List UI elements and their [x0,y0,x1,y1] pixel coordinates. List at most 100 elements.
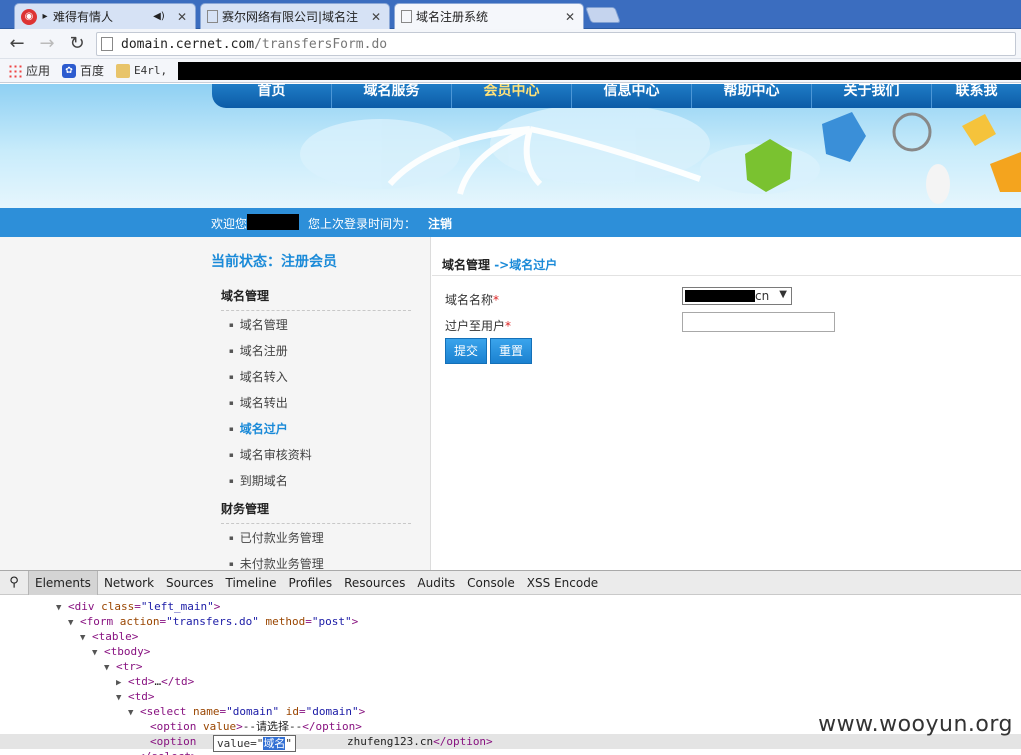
bookmark-apps[interactable]: 应用 [8,62,50,79]
back-arrow-icon[interactable]: ← [4,31,30,57]
tooltip-suffix: " [285,737,292,750]
nav-domain-service[interactable]: 域名服务 [332,84,452,108]
document-icon [401,10,412,23]
devtools-tab-network[interactable]: Network [98,571,160,595]
welcome-bar: 欢迎您 您上次登录时间为： 注销 [0,208,1021,237]
tooltip-prefix: value=" [217,737,264,750]
dom-node[interactable]: ▼ <select name="domain" id="domain"> [128,704,365,719]
forward-arrow-icon[interactable]: → [34,31,60,57]
nav-help-center[interactable]: 帮助中心 [692,84,812,108]
sidebar: 当前状态：注册会员 域名管理 域名管理 域名注册 域名转入 域名转出 域名过户 … [0,237,431,570]
sidebar-item-domain-ownership[interactable]: 域名过户 [229,420,288,437]
bookmark-folder[interactable]: E4rl, [116,63,168,78]
submit-button[interactable]: 提交 [445,338,487,364]
divider [221,523,411,524]
tab-3-label: 域名注册系统 [416,10,489,24]
nav-contact[interactable]: 联系我 [932,84,1021,108]
dom-node[interactable]: </select> [138,749,198,755]
sidebar-item-domain-audit[interactable]: 域名审核资料 [229,446,312,463]
nav-about[interactable]: 关于我们 [812,84,932,108]
devtools-tab-sources[interactable]: Sources [160,571,219,595]
page-icon [101,37,113,51]
sidebar-section-finance: 财务管理 [221,502,270,516]
dom-node[interactable]: ▶ <td>…</td> [116,674,194,689]
tab-3[interactable]: 域名注册系统 ✕ [394,3,584,29]
required-mark: * [505,319,512,333]
main-content: 域名管理 ->域名过户 域名名称* cn ▼ 过户至用户* 提交 重置 [432,237,1021,570]
divider [221,310,411,311]
web-page: 首页 域名服务 会员中心 信息中心 帮助中心 关于我们 联系我 欢迎您 您上次登… [0,84,1021,570]
close-icon[interactable]: ✕ [371,10,381,24]
welcome-text: 欢迎您 [211,217,248,231]
tab-strip: ◉ ▸ 难得有情人 ◀) ✕ 赛尔网络有限公司|域名注 ✕ 域名注册系统 ✕ [0,0,1021,29]
attribute-edit-tooltip[interactable]: value="域名" [213,735,296,752]
last-login-text: 您上次登录时间为： [308,217,417,231]
baidu-paw-icon: ✿ [62,63,77,78]
sidebar-item-domain-register[interactable]: 域名注册 [229,342,288,359]
reset-button[interactable]: 重置 [490,338,532,364]
dom-node[interactable]: ▼ <td> [116,689,155,704]
site-nav: 首页 域名服务 会员中心 信息中心 帮助中心 关于我们 联系我 [212,84,1021,108]
divider [432,275,1021,276]
reload-icon[interactable]: ↻ [64,31,90,57]
tooltip-selection: 域名 [263,737,286,750]
sidebar-item-domain-transfer-in[interactable]: 域名转入 [229,368,288,385]
to-user-label-text: 过户至用户 [445,319,506,333]
option-domain-text: zhufeng123.cn [346,735,434,748]
breadcrumb: 域名管理 ->域名过户 [442,256,557,273]
to-user-input[interactable] [682,312,835,332]
close-icon[interactable]: ✕ [177,10,187,24]
domain-select[interactable]: cn ▼ [682,287,792,305]
bookmark-label: E4rl, [134,64,168,77]
dom-node[interactable]: ▼ <div class="left_main"> [56,599,220,614]
devtools-tab-profiles[interactable]: Profiles [283,571,339,595]
tab-2[interactable]: 赛尔网络有限公司|域名注 ✕ [200,3,390,29]
magnifier-icon[interactable]: ⚲ [0,575,28,590]
dom-node[interactable]: <option value>--请选择--</option> [150,719,362,734]
devtools-tab-audits[interactable]: Audits [411,571,461,595]
sidebar-item-expired[interactable]: 到期域名 [229,472,288,489]
sidebar-item-paid[interactable]: 已付款业务管理 [229,529,324,546]
devtools-tab-elements[interactable]: Elements [28,570,98,595]
watermark: www.wooyun.org [818,712,1013,737]
domain-select-value: cn [755,289,770,303]
dom-node[interactable]: ▼ <tr> [104,659,143,674]
nav-member-center[interactable]: 会员中心 [452,84,572,108]
sidebar-item-unpaid[interactable]: 未付款业务管理 [229,555,324,570]
url-host: domain.cernet.com [121,36,255,52]
breadcrumb-arrow: -> [490,258,510,272]
bookmark-label: 应用 [26,64,51,78]
close-icon[interactable]: ✕ [565,10,575,24]
browser-toolbar: ← → ↻ domain.cernet.com/transfersForm.do [0,29,1021,59]
speaker-icon[interactable]: ◀) [151,9,167,25]
devtools-tab-resources[interactable]: Resources [338,571,411,595]
tab-1[interactable]: ◉ ▸ 难得有情人 ◀) ✕ [14,3,196,29]
devtools-tab-xss-encode[interactable]: XSS Encode [521,571,604,595]
nav-info-center[interactable]: 信息中心 [572,84,692,108]
devtools-tab-console[interactable]: Console [461,571,521,595]
logout-link[interactable]: 注销 [428,215,452,232]
dom-node[interactable]: ▼ <tbody> [92,644,150,659]
bookmark-baidu[interactable]: ✿ 百度 [62,62,104,79]
address-bar[interactable]: domain.cernet.com/transfersForm.do [96,32,1016,56]
to-user-label: 过户至用户* [445,317,511,334]
sidebar-item-domain-transfer-out[interactable]: 域名转出 [229,394,288,411]
required-mark: * [493,293,500,307]
folder-icon [116,63,131,78]
netease-music-icon: ◉ [21,8,37,25]
nav-home[interactable]: 首页 [212,84,332,108]
devtools-tab-timeline[interactable]: Timeline [220,571,283,595]
tab-2-label: 赛尔网络有限公司|域名注 [222,10,359,24]
site-banner: 首页 域名服务 会员中心 信息中心 帮助中心 关于我们 联系我 [0,84,1021,208]
dom-node[interactable]: ▼ <form action="transfers.do" method="pos… [68,614,358,629]
chevron-down-icon: ▼ [779,289,787,300]
dom-node-selected[interactable]: <option zhufeng123.cn</option> [150,734,493,749]
breadcrumb-current: 域名过户 [509,258,558,272]
breadcrumb-parent[interactable]: 域名管理 [442,258,490,272]
bookmark-label: 百度 [80,64,105,78]
tab-1-label: 难得有情人 [53,10,114,24]
play-icon: ▸ [42,11,48,22]
sidebar-item-domain-manage[interactable]: 域名管理 [229,316,288,333]
dom-node[interactable]: ▼ <table> [80,629,138,644]
new-tab-button[interactable] [585,7,621,23]
